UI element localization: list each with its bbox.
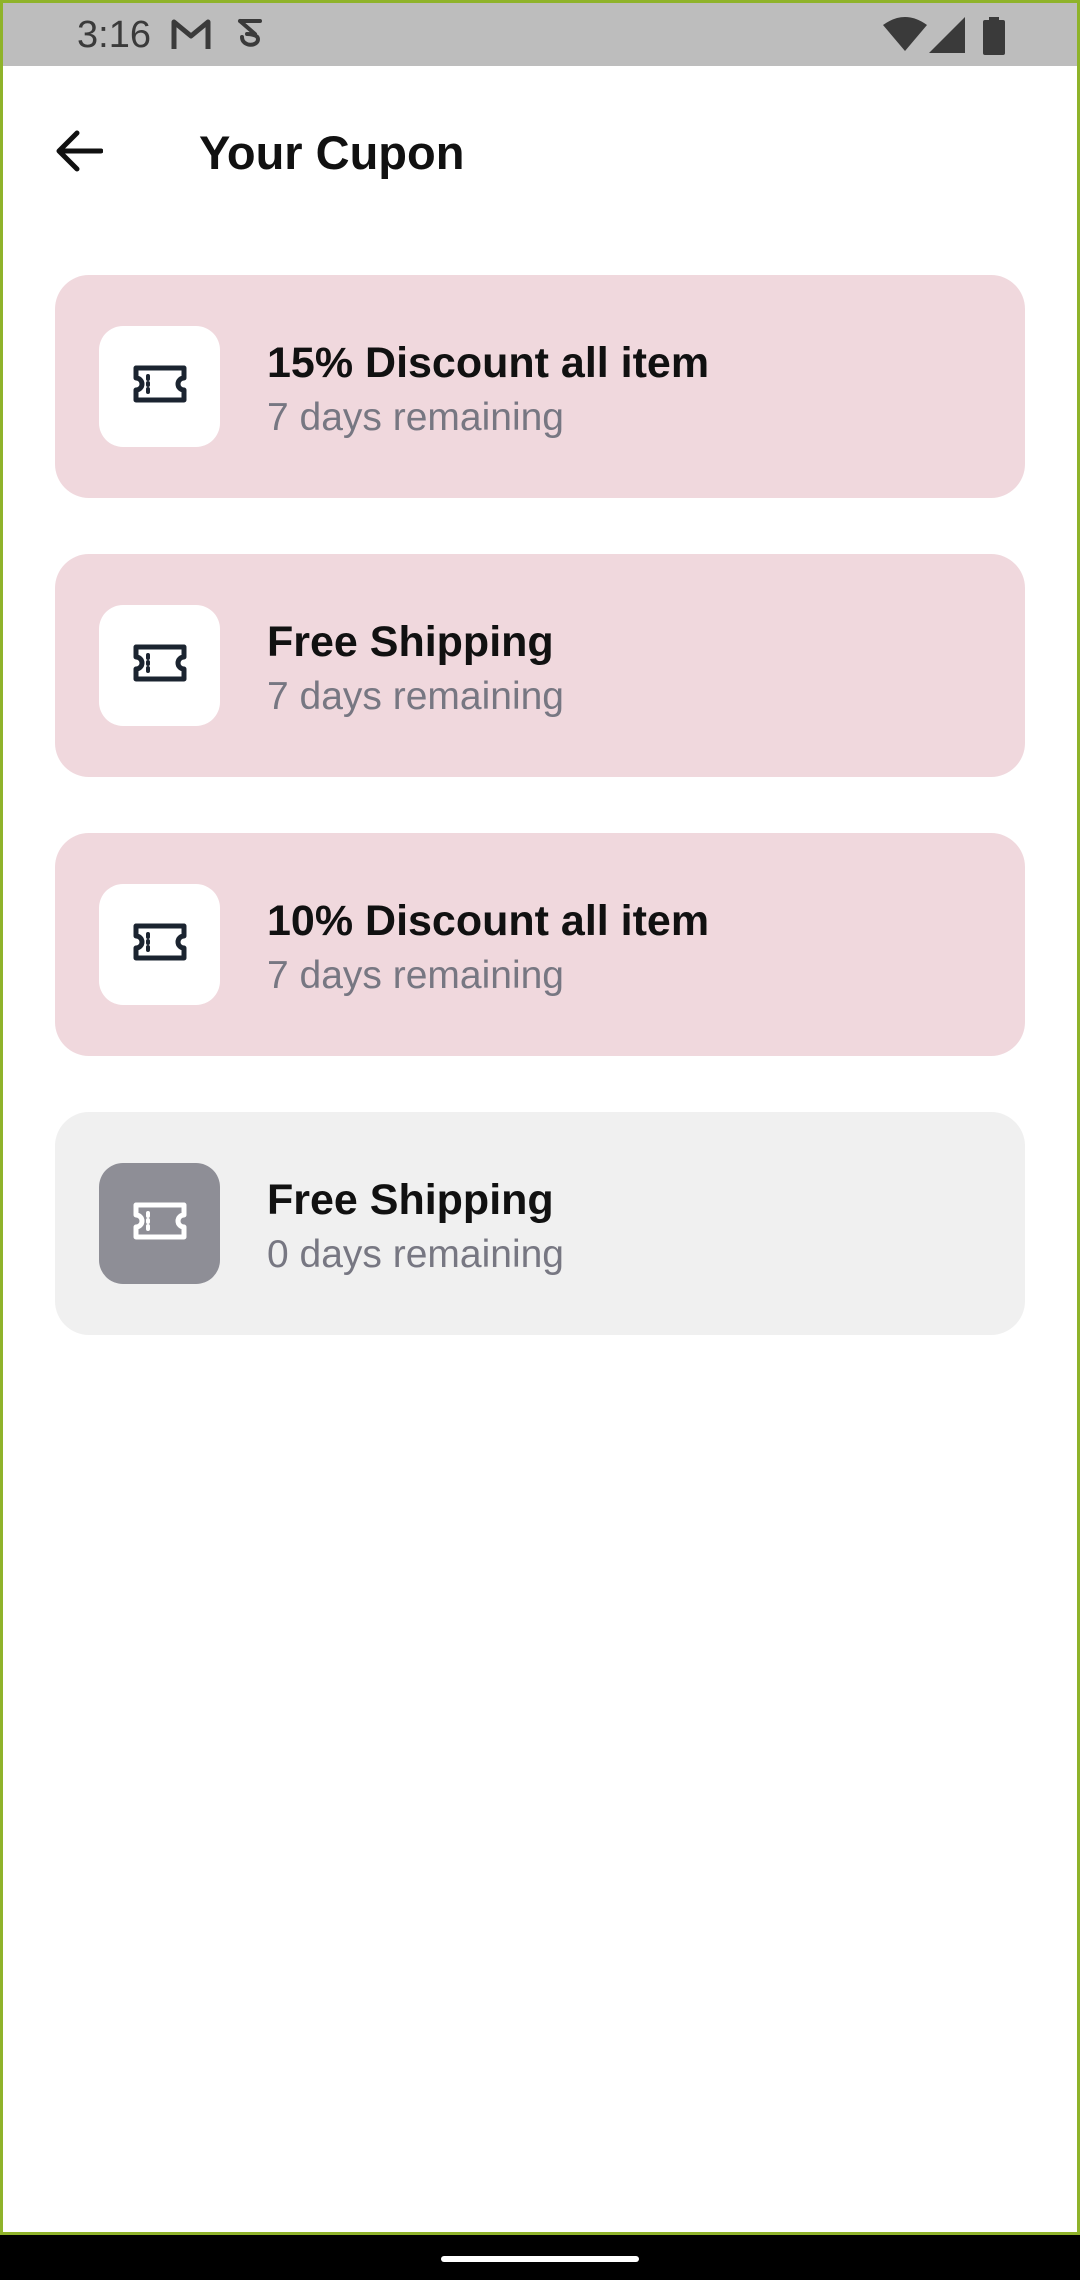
ticket-icon (132, 1201, 188, 1246)
page-title: Your Cupon (199, 126, 465, 179)
coupon-card[interactable]: 15% Discount all item 7 days remaining (55, 275, 1025, 498)
coupon-remaining: 7 days remaining (267, 954, 564, 997)
sync-icon (235, 17, 265, 60)
battery-icon (983, 17, 1005, 60)
screen: 3:16 Your Cupon 15% Discount all item 7 … (3, 3, 1077, 2232)
coupon-icon-box (99, 326, 220, 447)
coupon-remaining: 7 days remaining (267, 396, 564, 439)
arrow-left-icon (55, 129, 104, 178)
coupon-remaining: 7 days remaining (267, 675, 564, 718)
home-gesture-handle[interactable] (441, 2256, 639, 2262)
coupon-title: Free Shipping (267, 618, 554, 666)
ticket-icon (132, 922, 188, 967)
coupon-card-expired[interactable]: Free Shipping 0 days remaining (55, 1112, 1025, 1335)
app-bar: Your Cupon (3, 66, 1077, 226)
coupon-icon-box (99, 1163, 220, 1284)
coupon-title: 10% Discount all item (267, 897, 710, 945)
ticket-icon (132, 364, 188, 409)
coupon-card[interactable]: Free Shipping 7 days remaining (55, 554, 1025, 777)
ticket-icon (132, 643, 188, 688)
coupon-title: 15% Discount all item (267, 339, 710, 387)
coupon-icon-box (99, 605, 220, 726)
signal-icon (929, 17, 965, 58)
wifi-icon (883, 17, 927, 58)
navigation-bar (0, 2235, 1080, 2280)
gmail-icon (171, 17, 211, 58)
status-time: 3:16 (77, 14, 151, 56)
back-button[interactable] (39, 113, 119, 193)
coupon-list: 15% Discount all item 7 days remaining F… (55, 275, 1025, 1391)
coupon-icon-box (99, 884, 220, 1005)
coupon-card[interactable]: 10% Discount all item 7 days remaining (55, 833, 1025, 1056)
coupon-remaining: 0 days remaining (267, 1233, 564, 1276)
coupon-title: Free Shipping (267, 1176, 554, 1224)
status-bar: 3:16 (3, 3, 1077, 66)
